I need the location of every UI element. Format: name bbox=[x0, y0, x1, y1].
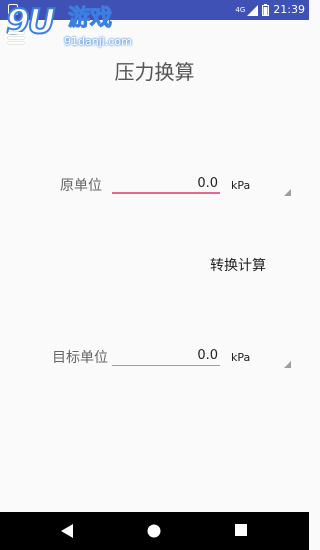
page-title: 压力换算 bbox=[114, 60, 195, 84]
watermark-url: 91danji.com bbox=[64, 35, 132, 48]
source-input-underline bbox=[112, 192, 220, 194]
signal-icon bbox=[247, 4, 259, 16]
convert-button[interactable]: 转换计算 bbox=[200, 254, 276, 278]
dropdown-arrow-icon bbox=[284, 361, 291, 368]
back-button[interactable] bbox=[47, 512, 87, 550]
source-unit-spinner[interactable]: kPa bbox=[227, 176, 291, 198]
watermark-name: 游戏 bbox=[67, 6, 113, 32]
target-value-input[interactable] bbox=[112, 345, 220, 366]
dropdown-arrow-icon bbox=[284, 189, 291, 196]
target-unit-selected: kPa bbox=[231, 351, 251, 364]
target-value-field[interactable] bbox=[112, 344, 220, 366]
target-unit-label: 目标单位 bbox=[52, 350, 108, 366]
status-icons: 4G 21:39 bbox=[235, 3, 305, 17]
source-value-input[interactable] bbox=[112, 173, 220, 194]
app-screen: 4G 21:39 9U 游戏 91danji.com 压力换算 原单位 kPa … bbox=[0, 0, 309, 550]
menu-icon[interactable] bbox=[8, 32, 24, 46]
navigation-bar bbox=[0, 512, 309, 550]
source-value-field[interactable] bbox=[112, 172, 220, 194]
source-unit-selected: kPa bbox=[231, 179, 251, 192]
home-icon bbox=[147, 524, 161, 538]
recents-button[interactable] bbox=[221, 512, 261, 550]
network-type-label: 4G bbox=[235, 5, 246, 14]
target-unit-spinner[interactable]: kPa bbox=[227, 348, 291, 370]
source-unit-label: 原单位 bbox=[60, 178, 102, 194]
status-clock: 21:39 bbox=[273, 3, 305, 16]
recents-icon bbox=[235, 524, 247, 536]
back-icon bbox=[61, 524, 73, 538]
home-button[interactable] bbox=[134, 512, 174, 550]
battery-icon bbox=[262, 4, 270, 16]
target-input-underline bbox=[112, 365, 220, 366]
